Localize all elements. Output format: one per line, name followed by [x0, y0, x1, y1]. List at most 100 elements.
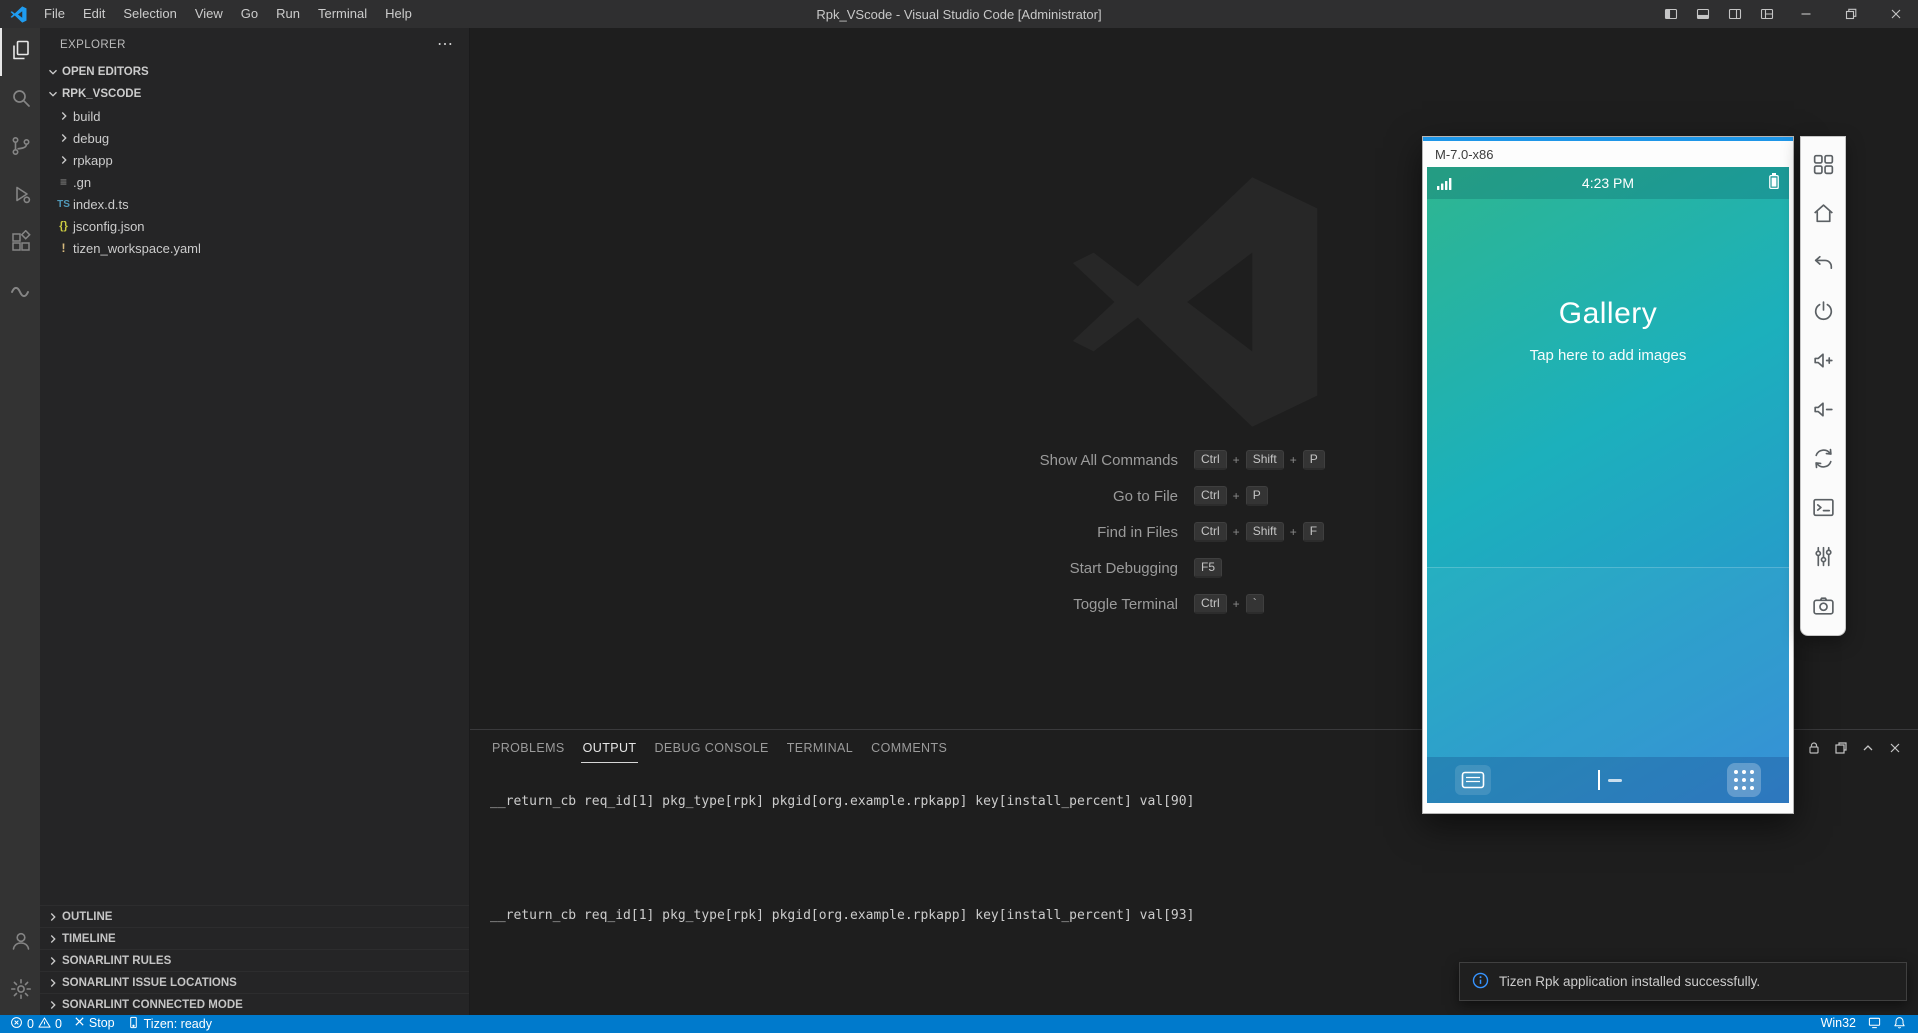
more-actions-button[interactable]: ⋯	[437, 40, 453, 50]
menu-bar: File Edit Selection View Go Run Terminal…	[35, 0, 421, 28]
tab-problems[interactable]: PROBLEMS	[490, 732, 567, 763]
explorer-icon	[9, 38, 33, 67]
notifications-bell[interactable]	[1887, 1016, 1912, 1032]
customize-layout-icon[interactable]	[1751, 0, 1783, 28]
activitybar-sonarlint[interactable]	[0, 268, 40, 316]
activitybar-explorer[interactable]	[0, 28, 40, 76]
menu-go[interactable]: Go	[232, 0, 267, 28]
tree-item-tizen-workspace[interactable]: ! tizen_workspace.yaml	[40, 237, 469, 259]
minimize-button[interactable]	[1783, 0, 1828, 28]
key-chip: Ctrl	[1194, 450, 1227, 470]
json-file-icon: {}	[54, 220, 73, 232]
tab-terminal[interactable]: TERMINAL	[785, 732, 855, 763]
tizen-emulator-window[interactable]: M-7.0-x86 4:23 PM Gallery Tap her	[1422, 136, 1794, 814]
back-button[interactable]	[1801, 238, 1845, 287]
explorer-sidebar: EXPLORER ⋯ OPEN EDITORS RPK_VSCODE	[40, 28, 470, 1015]
generic-file-icon: ≡	[54, 175, 73, 189]
explorer-header: EXPLORER ⋯	[40, 28, 469, 61]
menu-view[interactable]: View	[186, 0, 232, 28]
tab-comments[interactable]: COMMENTS	[869, 732, 949, 763]
toggle-primary-sidebar-icon[interactable]	[1655, 0, 1687, 28]
search-icon	[9, 86, 33, 115]
toggle-panel-icon[interactable]	[1687, 0, 1719, 28]
app-subtitle[interactable]: Tap here to add images	[1427, 347, 1789, 364]
tab-output[interactable]: OUTPUT	[581, 732, 639, 763]
tree-item-rpkapp[interactable]: rpkapp	[40, 149, 469, 171]
menu-edit[interactable]: Edit	[74, 0, 114, 28]
emulator-screen[interactable]: 4:23 PM Gallery Tap here to add images	[1427, 167, 1789, 803]
activitybar-extensions[interactable]	[0, 220, 40, 268]
toggle-secondary-sidebar-icon[interactable]	[1719, 0, 1751, 28]
close-panel-icon[interactable]	[1886, 739, 1904, 757]
apps-grid-button[interactable]	[1727, 763, 1761, 797]
tree-item-label: rpkapp	[73, 153, 113, 168]
tree-item-build[interactable]: build	[40, 105, 469, 127]
shell-button[interactable]	[1801, 483, 1845, 532]
tree-item-jsconfig[interactable]: {} jsconfig.json	[40, 215, 469, 237]
emulator-titlebar[interactable]: M-7.0-x86	[1423, 141, 1793, 167]
tree-item-label: .gn	[73, 175, 91, 190]
controller-menu-button[interactable]	[1801, 140, 1845, 189]
plus-separator: +	[1233, 525, 1240, 539]
key-chip: Shift	[1246, 450, 1284, 470]
keyboard-button[interactable]	[1455, 765, 1491, 795]
menu-selection[interactable]: Selection	[114, 0, 185, 28]
menu-help[interactable]: Help	[376, 0, 421, 28]
chevron-right-icon	[44, 953, 62, 969]
warning-icon	[38, 1016, 51, 1032]
close-window-button[interactable]	[1873, 0, 1918, 28]
control-panel-button[interactable]	[1801, 532, 1845, 581]
problems-status[interactable]: 0 0	[4, 1016, 68, 1032]
activitybar-settings[interactable]	[0, 967, 40, 1015]
remote-indicator[interactable]	[1862, 1016, 1887, 1032]
menu-run[interactable]: Run	[267, 0, 309, 28]
text-cursor	[1598, 770, 1600, 790]
screenshot-button[interactable]	[1801, 581, 1845, 630]
tree-item-debug[interactable]: debug	[40, 127, 469, 149]
gear-icon	[9, 977, 33, 1006]
platform-label: Win32	[1821, 1016, 1856, 1030]
section-label: OUTLINE	[62, 911, 112, 923]
tab-debug-console[interactable]: DEBUG CONSOLE	[652, 732, 770, 763]
phone-taskbar	[1427, 757, 1789, 803]
key-chip: F	[1303, 522, 1324, 542]
power-button[interactable]	[1801, 287, 1845, 336]
section-outline[interactable]: OUTLINE	[40, 905, 469, 927]
section-sonarlint-issue-locations[interactable]: SONARLINT ISSUE LOCATIONS	[40, 971, 469, 993]
restore-button[interactable]	[1828, 0, 1873, 28]
open-in-new-window-icon[interactable]	[1832, 739, 1850, 757]
stop-button[interactable]: Stop	[68, 1016, 121, 1030]
tree-item-index-dts[interactable]: TS index.d.ts	[40, 193, 469, 215]
activitybar-source-control[interactable]	[0, 124, 40, 172]
volume-up-button[interactable]	[1801, 336, 1845, 385]
notification-toast[interactable]: Tizen Rpk application installed successf…	[1459, 962, 1907, 1001]
home-button[interactable]	[1801, 189, 1845, 238]
lock-icon[interactable]	[1805, 739, 1823, 757]
section-sonarlint-rules[interactable]: SONARLINT RULES	[40, 949, 469, 971]
shortcut-label: Start Debugging	[834, 560, 1194, 577]
section-sonarlint-connected-mode[interactable]: SONARLINT CONNECTED MODE	[40, 993, 469, 1015]
section-timeline[interactable]: TIMELINE	[40, 927, 469, 949]
tizen-status[interactable]: Tizen: ready	[121, 1016, 218, 1032]
activitybar-run-debug[interactable]	[0, 172, 40, 220]
volume-down-button[interactable]	[1801, 385, 1845, 434]
window-controls	[1655, 0, 1918, 28]
device-icon	[127, 1016, 140, 1032]
open-editors-section[interactable]: OPEN EDITORS	[40, 61, 469, 83]
chevron-right-icon	[54, 109, 73, 123]
bell-icon	[1893, 1016, 1906, 1032]
activitybar-search[interactable]	[0, 76, 40, 124]
plus-separator: +	[1290, 525, 1297, 539]
platform-status[interactable]: Win32	[1815, 1016, 1862, 1030]
status-bar: 0 0 Stop Tizen: ready Win32	[0, 1015, 1918, 1033]
workspace-root-section[interactable]: RPK_VSCODE	[40, 83, 469, 105]
maximize-panel-icon[interactable]	[1859, 739, 1877, 757]
menu-file[interactable]: File	[35, 0, 74, 28]
activitybar-accounts[interactable]	[0, 919, 40, 967]
menu-terminal[interactable]: Terminal	[309, 0, 376, 28]
rotate-button[interactable]	[1801, 434, 1845, 483]
output-line: __return_cb req_id[1] pkg_type[rpk] pkgi…	[490, 906, 1908, 925]
tree-item-label: build	[73, 109, 100, 124]
tree-item-gn[interactable]: ≡ .gn	[40, 171, 469, 193]
output-line	[490, 849, 1908, 868]
